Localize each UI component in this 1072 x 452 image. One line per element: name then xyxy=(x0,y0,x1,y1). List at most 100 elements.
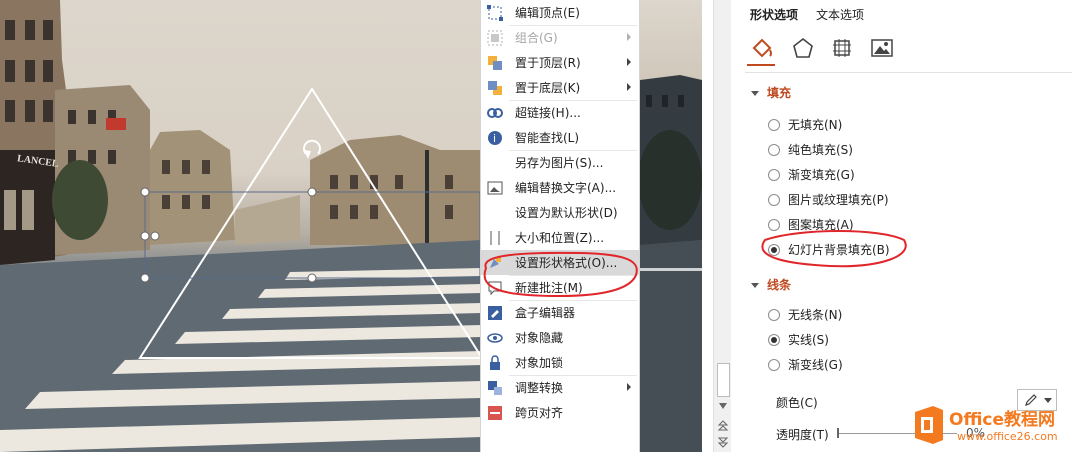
radio-button[interactable] xyxy=(768,308,780,321)
line-color-label: 颜色(C) xyxy=(776,396,818,410)
radio-label: 图片或纹理填充(P) xyxy=(788,193,889,207)
submenu-arrow-icon xyxy=(627,383,631,391)
menu-item-label: 置于顶层(R) xyxy=(515,56,581,70)
menu-item-label: 调整转换 xyxy=(515,381,564,395)
menu-item-label: 组合(G) xyxy=(515,31,558,45)
radio-button[interactable] xyxy=(768,143,780,156)
menu-item-label: 盒子编辑器 xyxy=(515,306,576,320)
collapse-triangle-icon xyxy=(751,283,759,288)
context-menu: 编辑顶点(E) 组合(G) 置于顶层(R) 置于底层(K) 超链接(H)... i 智能查找… xyxy=(480,0,640,452)
fill-section-header[interactable]: 填充 xyxy=(751,84,791,101)
menu-item-label: 超链接(H)... xyxy=(515,106,581,120)
scroll-down-icon[interactable] xyxy=(718,402,728,410)
active-icon-underline xyxy=(747,64,775,66)
size-properties-icon[interactable] xyxy=(831,37,853,59)
cross-page-align-icon xyxy=(487,405,503,421)
menu-item-10[interactable]: 设置形状格式(O)... xyxy=(481,250,639,275)
menu-item-16[interactable]: 跨页对齐 xyxy=(481,400,639,425)
radio-button[interactable] xyxy=(768,243,780,256)
fill-option-5[interactable]: 幻灯片背景填充(B) xyxy=(768,241,890,258)
send-to-back-icon xyxy=(487,80,503,96)
alt-text-icon xyxy=(487,180,503,196)
menu-item-label: 跨页对齐 xyxy=(515,406,564,420)
menu-item-14[interactable]: 对象加锁 xyxy=(481,350,639,375)
watermark: Office教程网 www.office26.com xyxy=(911,402,1072,452)
picture-icon[interactable] xyxy=(870,37,894,59)
menu-item-9[interactable]: 大小和位置(Z)... xyxy=(481,225,639,250)
radio-button[interactable] xyxy=(768,168,780,181)
menu-item-label: 大小和位置(Z)... xyxy=(515,231,605,245)
fill-option-0[interactable]: 无填充(N) xyxy=(768,116,842,133)
watermark-brand: Office教程网 xyxy=(949,410,1056,430)
menu-item-label: 对象加锁 xyxy=(515,356,564,370)
menu-item-label: 新建批注(M) xyxy=(515,281,583,295)
radio-label: 纯色填充(S) xyxy=(788,143,853,157)
radio-button[interactable] xyxy=(768,118,780,131)
menu-item-label: 对象隐藏 xyxy=(515,331,564,345)
menu-item-0[interactable]: 编辑顶点(E) xyxy=(481,0,639,25)
fill-option-3[interactable]: 图片或纹理填充(P) xyxy=(768,191,889,208)
menu-item-4[interactable]: 超链接(H)... xyxy=(481,100,639,125)
transparency-slider-thumb[interactable] xyxy=(837,428,839,438)
submenu-arrow-icon xyxy=(627,33,631,41)
line-option-2[interactable]: 渐变线(G) xyxy=(768,356,843,373)
menu-item-1: 组合(G) xyxy=(481,25,639,50)
menu-item-label: 设置为默认形状(D) xyxy=(515,206,618,220)
box-editor-icon xyxy=(487,305,503,321)
hyperlink-icon xyxy=(487,105,503,121)
office-logo-icon xyxy=(915,406,943,444)
blank-icon xyxy=(487,155,503,171)
pane-scrollbar[interactable] xyxy=(713,0,731,452)
scroll-page-down-icon[interactable] xyxy=(718,437,728,449)
tab-text-options[interactable]: 文本选项 xyxy=(816,6,864,23)
pane-divider xyxy=(745,72,1072,73)
radio-label: 无线条(N) xyxy=(788,308,843,322)
menu-item-13[interactable]: 对象隐藏 xyxy=(481,325,639,350)
convert-icon xyxy=(487,380,503,396)
fill-option-1[interactable]: 纯色填充(S) xyxy=(768,141,853,158)
radio-label: 渐变线(G) xyxy=(788,358,843,372)
menu-item-2[interactable]: 置于顶层(R) xyxy=(481,50,639,75)
radio-label: 渐变填充(G) xyxy=(788,168,855,182)
menu-item-5[interactable]: i 智能查找(L) xyxy=(481,125,639,150)
edit-points-icon xyxy=(487,4,503,21)
street-photo xyxy=(0,0,482,452)
bring-to-front-icon xyxy=(487,55,503,71)
fill-option-4[interactable]: 图案填充(A) xyxy=(768,216,854,233)
menu-item-12[interactable]: 盒子编辑器 xyxy=(481,300,639,325)
scroll-page-up-icon[interactable] xyxy=(718,420,728,432)
fill-line-icon[interactable] xyxy=(750,36,774,60)
tab-shape-options[interactable]: 形状选项 xyxy=(750,6,798,23)
menu-item-7[interactable]: 编辑替换文字(A)... xyxy=(481,175,639,200)
svg-text:i: i xyxy=(493,132,496,145)
slide-canvas[interactable]: LANCEL xyxy=(0,0,482,452)
line-option-0[interactable]: 无线条(N) xyxy=(768,306,842,323)
effects-pentagon-icon[interactable] xyxy=(792,37,814,59)
submenu-arrow-icon xyxy=(627,58,631,66)
line-section-header[interactable]: 线条 xyxy=(751,276,791,293)
blank-icon xyxy=(487,205,503,221)
radio-button[interactable] xyxy=(768,358,780,371)
radio-label: 幻灯片背景填充(B) xyxy=(788,243,890,257)
size-position-icon xyxy=(487,230,503,246)
line-option-1[interactable]: 实线(S) xyxy=(768,331,829,348)
radio-label: 无填充(N) xyxy=(788,118,843,132)
submenu-arrow-icon xyxy=(627,83,631,91)
menu-item-8[interactable]: 设置为默认形状(D) xyxy=(481,200,639,225)
menu-item-3[interactable]: 置于底层(K) xyxy=(481,75,639,100)
radio-button[interactable] xyxy=(768,193,780,206)
smart-lookup-icon: i xyxy=(487,130,503,146)
scrollbar-thumb[interactable] xyxy=(717,363,730,397)
menu-item-label: 另存为图片(S)... xyxy=(515,156,604,170)
slide-canvas-right-strip xyxy=(640,0,702,452)
menu-item-label: 设置形状格式(O)... xyxy=(515,256,618,270)
menu-item-11[interactable]: 新建批注(M) xyxy=(481,275,639,300)
radio-button[interactable] xyxy=(768,218,780,231)
menu-item-label: 编辑替换文字(A)... xyxy=(515,181,617,195)
menu-item-15[interactable]: 调整转换 xyxy=(481,375,639,400)
menu-item-label: 置于底层(K) xyxy=(515,81,581,95)
radio-button[interactable] xyxy=(768,333,780,346)
format-shape-pane: 形状选项 文本选项 填充 无填充(N) 纯色填充(S) 渐变填充(G) 图片或纹理填充… xyxy=(731,0,1072,452)
menu-item-6[interactable]: 另存为图片(S)... xyxy=(481,150,639,175)
fill-option-2[interactable]: 渐变填充(G) xyxy=(768,166,855,183)
